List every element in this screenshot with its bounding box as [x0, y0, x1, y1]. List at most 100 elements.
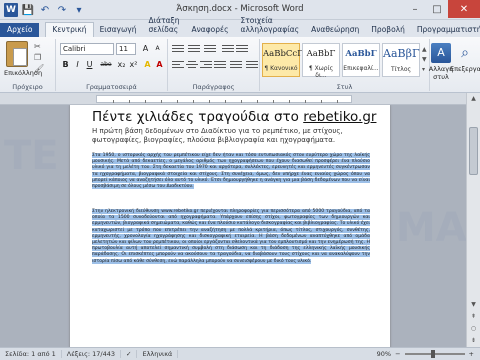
line-spacing-icon[interactable] [230, 59, 242, 69]
highlight-color-button[interactable]: A [142, 59, 153, 70]
subscript-button[interactable]: x₂ [116, 59, 127, 70]
align-left-icon[interactable] [172, 59, 184, 69]
paragraph-group-label: Παράγραφος [192, 83, 235, 91]
bullets-icon[interactable] [172, 43, 184, 53]
paragraph-1[interactable]: Στα 1950, ο ιστορικός αρχής του ρεμπέτικ… [92, 153, 370, 190]
scroll-thumb[interactable] [469, 127, 478, 175]
bold-button[interactable]: B [60, 59, 71, 70]
change-styles-icon: A [431, 43, 451, 63]
italic-button[interactable]: I [72, 59, 83, 70]
font-color-button[interactable]: A [154, 59, 165, 70]
document-subtitle[interactable]: Η πρώτη βάση δεδομένων στο Διαδίκτυο για… [92, 127, 362, 145]
cut-icon[interactable]: ✂ [34, 43, 46, 51]
tab-review[interactable]: Αναθεώρηση [305, 23, 365, 37]
zoom-in-icon[interactable]: + [469, 350, 474, 358]
vertical-scrollbar[interactable]: ▲ ▼ ⇞ ○ ⇟ [466, 93, 480, 347]
document-title-text: Πέντε χιλιάδες τραγούδια στο [92, 109, 304, 125]
proofing-icon[interactable]: ✓ [121, 350, 138, 358]
style-normal[interactable]: AaBbCcΓ ¶ Κανονικό [262, 43, 304, 77]
grow-font-icon[interactable]: A [140, 43, 151, 54]
maximize-button[interactable]: □ [426, 0, 448, 18]
close-button[interactable]: ✕ [448, 0, 480, 18]
scroll-up-icon[interactable]: ▲ [467, 93, 480, 105]
editing-button[interactable]: ⌕ Επεξεργασία [450, 43, 480, 73]
align-right-icon[interactable] [200, 59, 212, 69]
style-title-sample: AaBβΓ [383, 47, 420, 60]
document-title-link[interactable]: rebetiko.gr [303, 109, 376, 125]
binoculars-icon: ⌕ [461, 45, 469, 61]
style-heading-name: Επικεφαλί... [343, 65, 379, 72]
copy-icon[interactable]: ❐ [34, 54, 46, 62]
redo-icon[interactable]: ↷ [55, 3, 69, 17]
style-title-name: Τίτλος [390, 66, 412, 73]
tab-references[interactable]: Αναφορές [185, 23, 234, 37]
document-title[interactable]: Πέντε χιλιάδες τραγούδια στο rebetiko.gr [92, 109, 376, 125]
change-styles-group: A Αλλαγή στυλ [429, 39, 453, 91]
font-size-box[interactable]: 11 [116, 43, 136, 55]
ribbon-tabs: Αρχείο Κεντρική Εισαγωγή Διάταξη σελίδας… [0, 16, 480, 37]
save-icon[interactable]: 💾 [21, 3, 35, 17]
align-center-icon[interactable] [186, 59, 198, 69]
strikethrough-button[interactable]: abe [98, 59, 114, 70]
style-normal-name: ¶ Κανονικό [264, 65, 298, 72]
justify-icon[interactable] [214, 59, 226, 69]
ribbon: Επικόλληση ✂ ❐ 🖌 Πρόχειρο Calibri 11 A A… [0, 37, 480, 93]
watermark-left: TE [4, 133, 59, 179]
undo-icon[interactable]: ↶ [38, 3, 52, 17]
clipboard-group-label: Πρόχειρο [12, 83, 43, 91]
zoom-level[interactable]: 90% [377, 350, 391, 358]
status-language[interactable]: Ελληνικά [137, 350, 179, 358]
tab-page-layout[interactable]: Διάταξη σελίδας [142, 14, 185, 37]
format-painter-icon[interactable]: 🖌 [34, 65, 46, 73]
underline-button[interactable]: U [84, 59, 95, 70]
status-words[interactable]: Λέξεις: 17/443 [62, 350, 122, 358]
scroll-bottom-controls: ▼ ⇞ ○ ⇟ [467, 299, 480, 347]
tab-mailings[interactable]: Στοιχεία αλληλογραφίας [235, 14, 306, 37]
paragraph-2[interactable]: Στην ηλεκτρονική διεύθυνση www.rebetiko.… [92, 209, 370, 265]
style-no-spacing-name: ¶ Χωρίς δι... [308, 65, 334, 79]
zoom-control: 90% − + [377, 350, 480, 358]
paragraph-2-text: Στην ηλεκτρονική διεύθυνση www.rebetiko.… [92, 209, 370, 264]
style-normal-sample: AaBbCcΓ [263, 49, 304, 59]
zoom-out-icon[interactable]: − [395, 350, 400, 358]
tab-view[interactable]: Προβολή [365, 23, 411, 37]
style-heading-1[interactable]: AaBbΓ Επικεφαλί... [342, 43, 380, 77]
multilevel-list-icon[interactable] [204, 43, 216, 53]
paste-icon[interactable] [6, 41, 28, 67]
styles-group-label: Στυλ [336, 83, 353, 91]
font-group-label: Γραμματοσειρά [86, 83, 137, 91]
document-page[interactable]: Πέντε χιλιάδες τραγούδια στο rebetiko.gr… [70, 105, 390, 347]
tab-home[interactable]: Κεντρική [45, 22, 94, 37]
clipboard-group: Επικόλληση ✂ ❐ 🖌 Πρόχειρο [0, 39, 56, 91]
editing-group: ⌕ Επεξεργασία [450, 39, 480, 91]
font-name-box[interactable]: Calibri [60, 43, 114, 55]
tab-developer[interactable]: Προγραμματιστής [411, 23, 480, 37]
ruler-scale [96, 95, 352, 103]
numbering-icon[interactable] [188, 43, 200, 53]
document-area: Πέντε χιλιάδες τραγούδια στο rebetiko.gr… [0, 105, 466, 347]
font-group: Calibri 11 A A B I U abe x₂ x² A A Γραμμ… [56, 39, 168, 91]
tab-insert[interactable]: Εισαγωγή [94, 23, 143, 37]
customize-qat-icon[interactable]: ▾ [72, 3, 86, 17]
show-formatting-icon[interactable] [246, 59, 258, 69]
minimize-button[interactable]: – [404, 0, 426, 18]
word-logo-icon[interactable]: W [4, 3, 18, 17]
horizontal-ruler[interactable] [0, 93, 480, 105]
tab-file[interactable]: Αρχείο [0, 23, 40, 37]
decrease-indent-icon[interactable] [222, 43, 234, 53]
zoom-slider[interactable] [404, 350, 465, 358]
style-no-spacing[interactable]: AaBbΓ ¶ Χωρίς δι... [302, 43, 340, 79]
browse-object-icon[interactable]: ○ [467, 323, 480, 335]
style-no-spacing-sample: AaBbΓ [306, 49, 336, 59]
style-title[interactable]: AaBβΓ Τίτλος [382, 43, 420, 77]
shrink-font-icon[interactable]: A [152, 43, 163, 54]
watermark-right: MA [396, 205, 466, 251]
superscript-button[interactable]: x² [128, 59, 139, 70]
increase-indent-icon[interactable] [236, 43, 248, 53]
status-page[interactable]: Σελίδα: 1 από 1 [0, 350, 62, 358]
scroll-down-icon[interactable]: ▼ [467, 299, 480, 311]
previous-page-icon[interactable]: ⇞ [467, 311, 480, 323]
zoom-slider-knob[interactable] [430, 350, 435, 358]
next-page-icon[interactable]: ⇟ [467, 335, 480, 347]
window-controls: – □ ✕ [404, 0, 480, 18]
